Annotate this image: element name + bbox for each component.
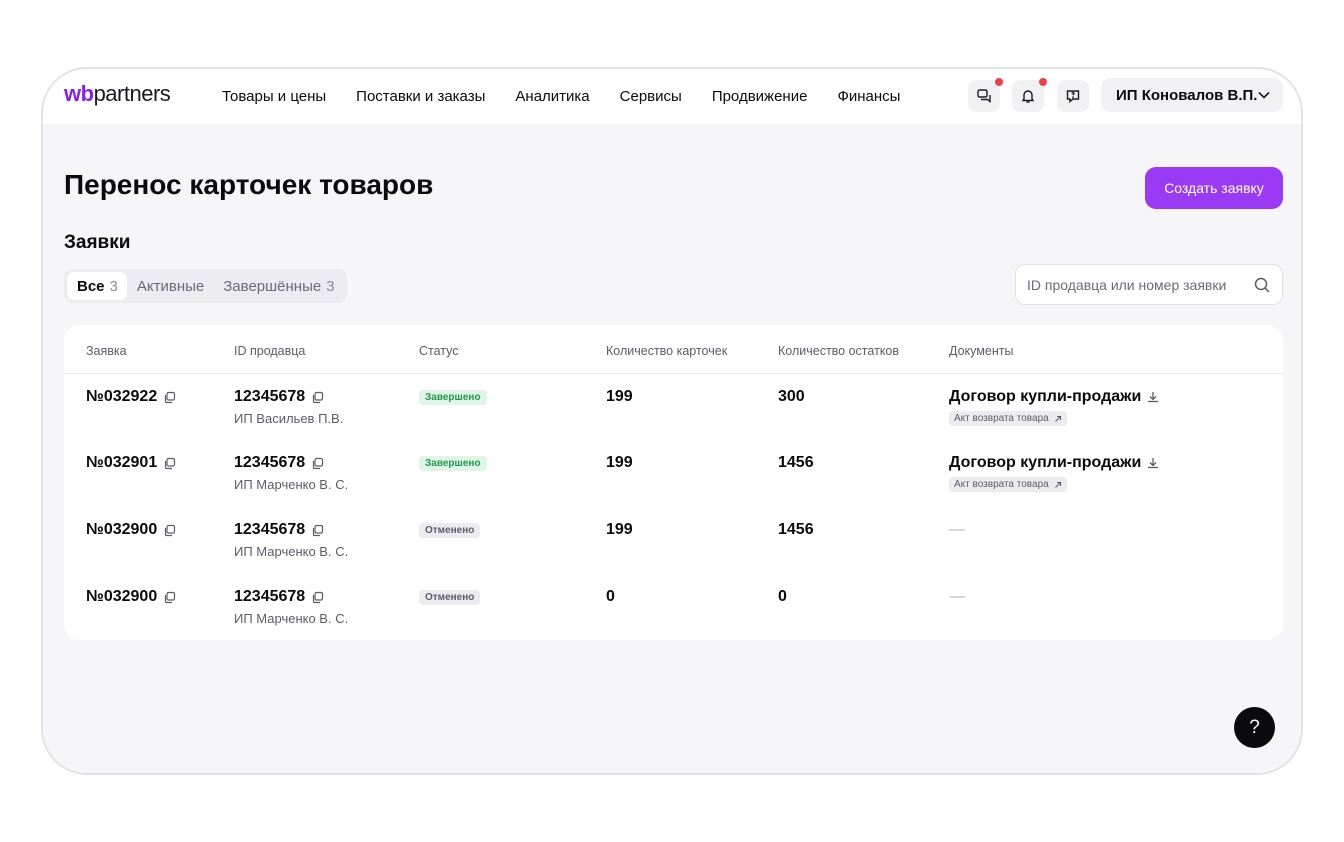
page-title: Перенос карточек товаров <box>64 169 434 200</box>
documents-empty: — <box>949 521 965 538</box>
cards-count: 199 <box>606 388 633 405</box>
column-header-status: Статус <box>419 344 459 358</box>
table-row[interactable]: №032900 12345678 ИП Марченко В. С. Отмен… <box>64 507 1283 573</box>
stock-count: 300 <box>778 388 805 405</box>
seller-name: ИП Марченко В. С. <box>234 611 349 626</box>
feedback-button[interactable] <box>1057 80 1089 112</box>
top-navigation-bar: wbpartners Товары и цены Поставки и зака… <box>43 69 1301 124</box>
copy-icon[interactable] <box>163 391 176 404</box>
section-title: Заявки <box>64 232 131 253</box>
app-window: wbpartners Товары и цены Поставки и зака… <box>41 67 1303 775</box>
status-badge: Завершено <box>419 390 487 405</box>
seller-id: 12345678 <box>234 388 306 405</box>
stock-count: 1456 <box>778 454 814 471</box>
main-nav: Товары и цены Поставки и заказы Аналитик… <box>222 69 930 124</box>
column-header-request: Заявка <box>86 344 127 358</box>
notifications-button[interactable] <box>1012 77 1048 112</box>
wbpartners-logo[interactable]: wbpartners <box>64 81 171 107</box>
tab-active[interactable]: Активные <box>127 272 213 300</box>
stock-count: 1456 <box>778 521 814 538</box>
search-input[interactable] <box>1027 276 1247 293</box>
create-request-button[interactable]: Создать заявку <box>1145 167 1283 209</box>
requests-table: Заявка ID продавца Статус Количество кар… <box>64 325 1283 640</box>
nav-item-services[interactable]: Сервисы <box>620 88 682 105</box>
nav-item-supplies-orders[interactable]: Поставки и заказы <box>356 88 485 105</box>
table-row[interactable]: №032901 12345678 ИП Марченко В. С. Завер… <box>64 440 1283 506</box>
cards-count: 199 <box>606 521 633 538</box>
request-number: №032901 <box>86 454 158 471</box>
help-button[interactable]: ? <box>1234 707 1275 748</box>
stock-count: 0 <box>778 588 787 605</box>
nav-item-products-prices[interactable]: Товары и цены <box>222 88 326 105</box>
seller-name: ИП Марченко В. С. <box>234 544 349 559</box>
copy-icon[interactable] <box>311 591 324 604</box>
status-badge: Отменено <box>419 523 481 538</box>
seller-id: 12345678 <box>234 588 306 605</box>
seller-name: ИП Марченко В. С. <box>234 477 349 492</box>
column-header-stock: Количество остатков <box>778 344 899 358</box>
tab-completed[interactable]: Завершённые 3 <box>213 272 343 300</box>
cards-count: 199 <box>606 454 633 471</box>
copy-icon[interactable] <box>311 391 324 404</box>
table-row[interactable]: №032922 12345678 ИП Васильев П.В. Заверш… <box>64 374 1283 440</box>
account-selector[interactable]: ИП Коновалов В.П. <box>1101 78 1283 112</box>
nav-item-promotion[interactable]: Продвижение <box>712 88 808 105</box>
nav-item-finance[interactable]: Финансы <box>837 88 900 105</box>
download-icon[interactable] <box>1146 390 1160 404</box>
bell-icon <box>1021 90 1035 103</box>
tab-all[interactable]: Все 3 <box>67 272 127 300</box>
copy-icon[interactable] <box>163 524 176 537</box>
column-header-documents: Документы <box>949 344 1014 358</box>
act-link[interactable]: Акт возврата товара <box>949 477 1067 492</box>
documents-empty: — <box>949 588 965 605</box>
seller-id: 12345678 <box>234 521 306 538</box>
document-link[interactable]: Договор купли-продажи <box>949 454 1141 472</box>
seller-name: ИП Васильев П.В. <box>234 411 344 426</box>
download-icon[interactable] <box>1146 456 1160 470</box>
request-number: №032922 <box>86 388 158 405</box>
table-header: Заявка ID продавца Статус Количество кар… <box>64 325 1283 374</box>
column-header-seller-id: ID продавца <box>234 344 306 358</box>
chat-button[interactable] <box>968 77 1004 112</box>
act-link[interactable]: Акт возврата товара <box>949 411 1067 426</box>
chat-notification-dot <box>994 77 1004 87</box>
table-row[interactable]: №032900 12345678 ИП Марченко В. С. Отмен… <box>64 574 1283 640</box>
cards-count: 0 <box>606 588 615 605</box>
nav-item-analytics[interactable]: Аналитика <box>515 88 589 105</box>
external-link-icon <box>1054 481 1061 488</box>
chevron-down-icon <box>1258 91 1270 99</box>
feedback-icon <box>1066 90 1080 103</box>
copy-icon[interactable] <box>311 457 324 470</box>
account-name: ИП Коновалов В.П. <box>1116 86 1258 104</box>
document-link[interactable]: Договор купли-продажи <box>949 388 1141 406</box>
external-link-icon <box>1054 415 1061 422</box>
seller-id: 12345678 <box>234 454 306 471</box>
status-tabs: Все 3 Активные Завершённые 3 <box>64 269 347 303</box>
search-box <box>1015 264 1283 305</box>
copy-icon[interactable] <box>311 524 324 537</box>
copy-icon[interactable] <box>163 457 176 470</box>
notifications-dot <box>1038 77 1048 87</box>
search-icon[interactable] <box>1253 276 1271 294</box>
chat-icon <box>977 89 991 103</box>
status-badge: Отменено <box>419 590 481 605</box>
request-number: №032900 <box>86 521 158 538</box>
column-header-cards: Количество карточек <box>606 344 728 358</box>
copy-icon[interactable] <box>163 591 176 604</box>
request-number: №032900 <box>86 588 158 605</box>
status-badge: Завершено <box>419 456 487 471</box>
